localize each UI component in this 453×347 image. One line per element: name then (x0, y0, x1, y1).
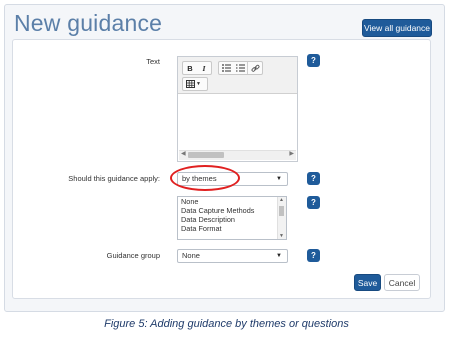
vertical-scrollbar[interactable]: ▲ ▼ (277, 197, 286, 239)
themes-help-icon[interactable]: ? (307, 196, 320, 209)
list-item[interactable]: Data Format (178, 224, 286, 233)
link-icon[interactable] (248, 62, 262, 74)
scroll-left-icon[interactable]: ◀ (181, 150, 186, 157)
scrollbar-thumb[interactable] (279, 206, 284, 216)
group-help-icon[interactable]: ? (307, 249, 320, 262)
group-select[interactable]: None ▼ (177, 249, 288, 263)
list-item[interactable]: Data Capture Methods (178, 206, 286, 215)
apply-select-value: by themes (182, 174, 217, 183)
chevron-down-icon[interactable]: ▼ (196, 81, 201, 87)
text-label: Text (146, 57, 160, 66)
horizontal-scrollbar[interactable]: ◀ ▶ (179, 150, 296, 160)
editor-content-area[interactable] (178, 94, 297, 149)
italic-button[interactable]: I (197, 62, 211, 74)
format-group: B I (182, 61, 212, 75)
numbered-list-icon[interactable] (233, 62, 247, 74)
text-help-icon[interactable]: ? (307, 54, 320, 67)
cancel-button[interactable]: Cancel (384, 274, 420, 291)
chevron-down-icon: ▼ (276, 176, 282, 182)
editor-toolbar: B I ▼ (178, 57, 297, 94)
list-group (218, 61, 263, 75)
chevron-down-icon: ▼ (276, 253, 282, 259)
group-select-value: None (182, 251, 200, 260)
page-title: New guidance (14, 10, 163, 36)
scroll-down-icon[interactable]: ▼ (279, 233, 284, 239)
scrollbar-thumb[interactable] (188, 152, 224, 158)
figure-caption: Figure 5: Adding guidance by themes or q… (104, 318, 349, 330)
scroll-right-icon[interactable]: ▶ (289, 150, 294, 157)
bullet-list-icon[interactable] (219, 62, 233, 74)
bold-button[interactable]: B (183, 62, 197, 74)
save-button[interactable]: Save (354, 274, 381, 291)
apply-label: Should this guidance apply: (68, 174, 160, 183)
list-item[interactable]: Data Description (178, 215, 286, 224)
table-group: ▼ (182, 77, 208, 91)
view-all-guidance-button[interactable]: View all guidance (362, 19, 432, 37)
themes-listbox[interactable]: None Data Capture Methods Data Descripti… (177, 196, 287, 240)
table-icon[interactable] (183, 78, 197, 90)
list-item[interactable]: None (178, 197, 286, 206)
apply-select[interactable]: by themes ▼ (177, 172, 288, 186)
group-label: Guidance group (106, 251, 160, 260)
scroll-up-icon[interactable]: ▲ (279, 197, 284, 203)
rich-text-editor[interactable]: B I ▼ ◀ ▶ (177, 56, 298, 162)
apply-help-icon[interactable]: ? (307, 172, 320, 185)
